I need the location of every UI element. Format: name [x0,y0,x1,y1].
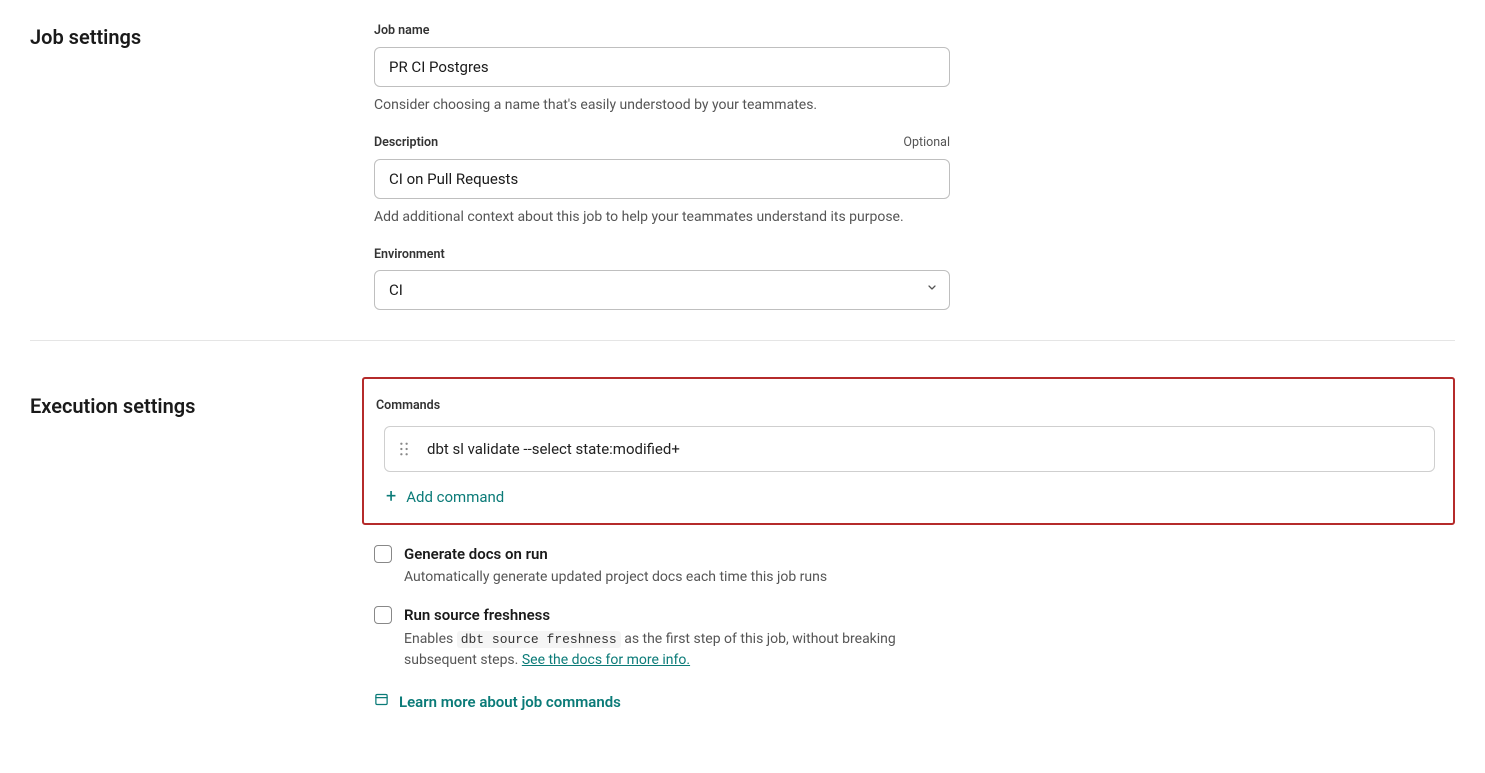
execution-settings-section: Execution settings Commands dbt sl valid… [30,341,1455,743]
execution-settings-title: Execution settings [30,377,374,713]
job-settings-section: Job settings Job name Consider choosing … [30,12,1455,340]
plus-icon: + [386,488,396,506]
generate-docs-label: Generate docs on run [404,543,827,566]
environment-field: Environment [374,246,1444,311]
source-freshness-label: Run source freshness [404,604,964,627]
description-input[interactable] [374,159,950,199]
add-command-button[interactable]: + Add command [386,486,504,509]
description-field: Description Optional Add additional cont… [374,134,1444,228]
job-settings-title: Job settings [30,22,374,310]
sf-desc-prefix: Enables [404,631,457,647]
generate-docs-checkbox[interactable] [374,545,392,563]
commands-highlight-box: Commands dbt sl validate --select state:… [362,377,1455,524]
command-text: dbt sl validate --select state:modified+ [427,438,680,461]
source-freshness-desc: Enables dbt source freshness as the firs… [404,629,964,671]
learn-more-label: Learn more about job commands [399,691,621,714]
commands-label: Commands [376,397,1435,416]
add-command-label: Add command [406,486,504,509]
command-row[interactable]: dbt sl validate --select state:modified+ [384,426,1435,472]
optional-badge: Optional [903,134,950,153]
terminal-icon [374,691,389,714]
job-name-label: Job name [374,22,429,41]
job-name-field: Job name Consider choosing a name that's… [374,22,1444,116]
job-name-help: Consider choosing a name that's easily u… [374,95,950,116]
see-docs-link[interactable]: See the docs for more info. [522,652,690,668]
source-freshness-option: Run source freshness Enables dbt source … [374,604,1455,671]
description-label: Description [374,134,438,153]
description-help: Add additional context about this job to… [374,207,950,228]
job-name-input[interactable] [374,47,950,87]
environment-label: Environment [374,246,445,265]
generate-docs-option: Generate docs on run Automatically gener… [374,543,1455,589]
environment-select[interactable] [374,270,950,310]
sf-code: dbt source freshness [457,631,621,648]
source-freshness-checkbox[interactable] [374,606,392,624]
drag-handle-icon[interactable] [399,442,409,456]
learn-more-link[interactable]: Learn more about job commands [374,691,621,714]
generate-docs-desc: Automatically generate updated project d… [404,567,827,588]
